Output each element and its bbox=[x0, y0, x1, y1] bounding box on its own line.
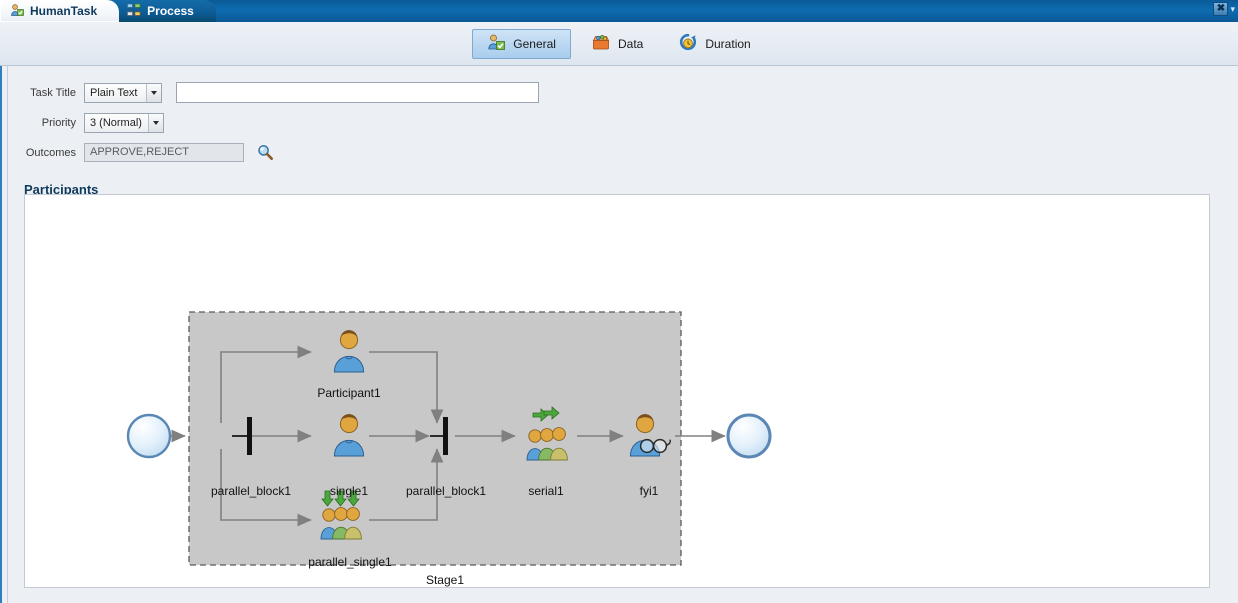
outcomes-browse-button[interactable] bbox=[254, 142, 276, 164]
task-title-label: Task Title bbox=[30, 86, 76, 99]
close-icon[interactable]: ✖ bbox=[1213, 2, 1229, 16]
form-row-outcomes: Outcomes APPROVE,REJECT bbox=[9, 140, 1238, 165]
label-serial1: serial1 bbox=[528, 484, 564, 498]
label-single1: single1 bbox=[329, 484, 369, 498]
stage-container[interactable] bbox=[188, 311, 682, 566]
magnifier-icon bbox=[257, 145, 273, 160]
label-parallel-join: parallel_block1 bbox=[405, 484, 487, 498]
chevron-down-icon[interactable]: ▾ bbox=[1230, 4, 1235, 15]
node-parallel-single1[interactable] bbox=[320, 490, 362, 540]
process-icon bbox=[127, 3, 141, 20]
task-title-type-value: Plain Text bbox=[90, 86, 138, 99]
toolbar-button-general[interactable]: General bbox=[472, 28, 571, 59]
window-titlebar: HumanTask Process ✖ ▾ bbox=[0, 0, 1238, 22]
task-title-type-select[interactable]: Plain Text bbox=[84, 82, 162, 103]
priority-value: 3 (Normal) bbox=[90, 116, 142, 129]
outcomes-label: Outcomes bbox=[25, 146, 76, 159]
window-controls: ✖ ▾ bbox=[1213, 2, 1235, 16]
priority-select[interactable]: 3 (Normal) bbox=[84, 112, 164, 133]
section-toolbar: General Data Duration bbox=[0, 22, 1238, 66]
humantask-icon bbox=[10, 3, 24, 20]
label-participant1: Participant1 bbox=[317, 386, 381, 400]
tab-humantask[interactable]: HumanTask bbox=[0, 0, 120, 22]
label-parallel-single1: parallel_single1 bbox=[308, 555, 392, 569]
general-form: Task Title Plain Text Priority 3 (Normal… bbox=[9, 66, 1238, 176]
page-body: Task Title Plain Text Priority 3 (Normal… bbox=[0, 66, 1238, 603]
tab-process[interactable]: Process bbox=[107, 0, 216, 22]
node-end-event[interactable] bbox=[726, 413, 772, 459]
tab-process-label: Process bbox=[147, 4, 194, 18]
participants-canvas[interactable]: parallel_block1 Participant1 single1 par… bbox=[24, 194, 1210, 588]
toolbar-button-duration[interactable]: Duration bbox=[664, 29, 765, 59]
left-rail bbox=[0, 66, 8, 603]
task-title-input[interactable] bbox=[176, 82, 539, 103]
chevron-down-icon bbox=[147, 113, 163, 132]
priority-label: Priority bbox=[41, 116, 76, 129]
toolbar-button-general-label: General bbox=[513, 36, 556, 51]
form-row-task-title: Task Title Plain Text bbox=[9, 80, 1238, 105]
label-parallel-split: parallel_block1 bbox=[210, 484, 292, 498]
data-icon bbox=[592, 33, 610, 54]
toolbar-button-duration-label: Duration bbox=[705, 36, 751, 51]
outcomes-field[interactable]: APPROVE,REJECT bbox=[84, 143, 244, 162]
page-content: Task Title Plain Text Priority 3 (Normal… bbox=[9, 66, 1238, 603]
tab-humantask-label: HumanTask bbox=[30, 4, 98, 18]
label-fyi1: fyi1 bbox=[639, 484, 659, 498]
toolbar-button-data[interactable]: Data bbox=[577, 29, 658, 59]
form-row-priority: Priority 3 (Normal) bbox=[9, 110, 1238, 135]
participants-diagram bbox=[126, 311, 772, 566]
toolbar-button-data-label: Data bbox=[617, 36, 644, 51]
node-start-event[interactable] bbox=[126, 413, 172, 459]
duration-icon bbox=[679, 33, 697, 54]
general-icon bbox=[487, 33, 506, 54]
titlebar-filler bbox=[216, 0, 1238, 22]
label-stage1: Stage1 bbox=[425, 573, 465, 587]
chevron-down-icon bbox=[146, 83, 161, 102]
